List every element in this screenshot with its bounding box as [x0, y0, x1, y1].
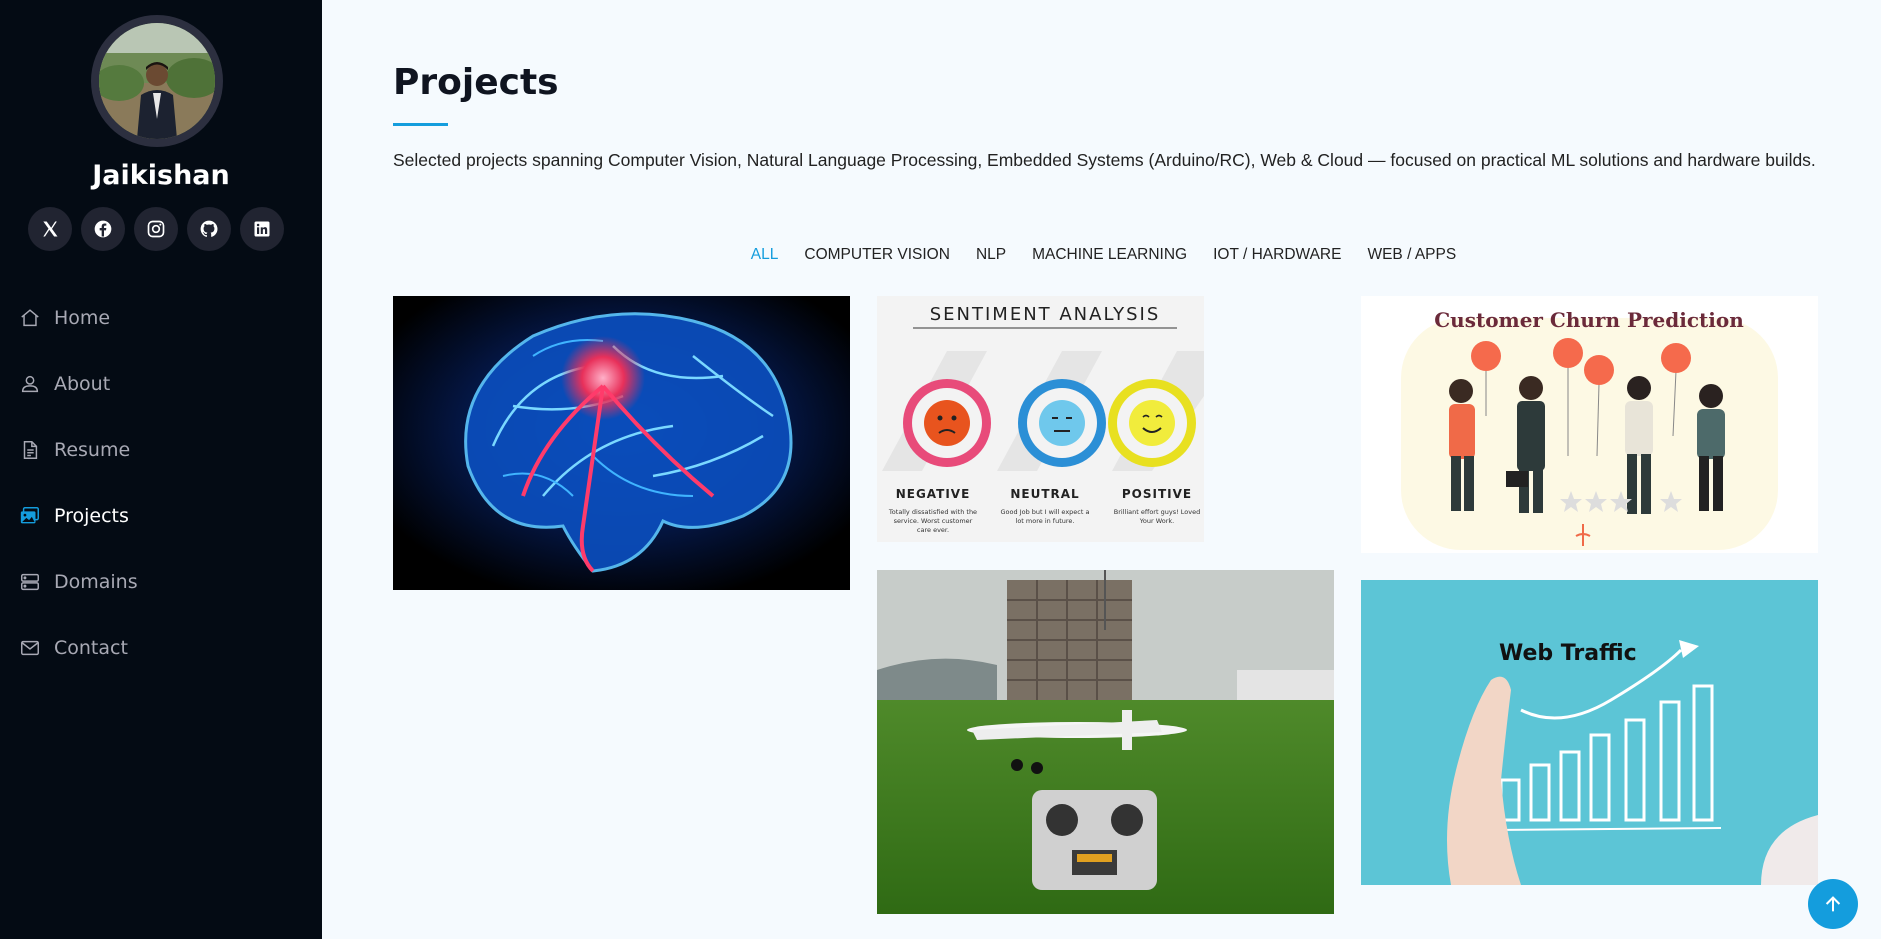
sentiment-heading: SENTIMENT ANALYSIS — [930, 304, 1161, 325]
negative-text-3: care ever. — [917, 526, 949, 534]
project-filters: ALL COMPUTER VISION NLP MACHINE LEARNING… — [0, 246, 1881, 264]
social-links — [28, 207, 284, 251]
arrow-up-icon — [1825, 896, 1841, 912]
nav-item-projects[interactable]: Projects — [0, 483, 322, 549]
negative-label: NEGATIVE — [896, 487, 971, 501]
negative-text-1: Totally dissatisfied with the — [888, 508, 977, 516]
nav-item-home[interactable]: Home — [0, 285, 322, 351]
positive-text-2: Your Work. — [1139, 517, 1174, 525]
github-icon — [200, 220, 218, 237]
nav-label-domains: Domains — [54, 571, 138, 593]
filter-nlp[interactable]: NLP — [976, 246, 1006, 264]
customer-churn-image: Customer Churn Prediction — [1361, 296, 1818, 553]
project-card-rc-plane[interactable] — [877, 570, 1334, 914]
instagram-icon — [147, 220, 165, 238]
churn-heading: Customer Churn Prediction — [1434, 308, 1744, 332]
nav-item-contact[interactable]: Contact — [0, 615, 322, 681]
instagram-link[interactable] — [134, 207, 178, 251]
nav-item-domains[interactable]: Domains — [0, 549, 322, 615]
project-card-brain[interactable] — [393, 296, 850, 590]
title-underline — [393, 123, 448, 126]
neutral-label: NEUTRAL — [1010, 487, 1079, 501]
neutral-text-2: lot more in future. — [1016, 517, 1075, 525]
server-icon — [18, 570, 42, 594]
project-card-customer-churn[interactable]: Customer Churn Prediction — [1361, 296, 1818, 553]
project-card-web-traffic[interactable]: Web Traffic — [1361, 580, 1818, 885]
envelope-icon — [18, 636, 42, 660]
nav-label-home: Home — [54, 307, 111, 329]
facebook-link[interactable] — [81, 207, 125, 251]
filter-computer-vision[interactable]: COMPUTER VISION — [804, 246, 950, 264]
rc-plane-image — [877, 570, 1334, 914]
x-twitter-link[interactable] — [28, 207, 72, 251]
nav-item-resume[interactable]: Resume — [0, 417, 322, 483]
linkedin-link[interactable] — [240, 207, 284, 251]
filter-all[interactable]: ALL — [751, 246, 779, 264]
back-to-top-button[interactable] — [1808, 879, 1858, 929]
avatar — [91, 15, 223, 147]
positive-label: POSITIVE — [1122, 487, 1192, 501]
filter-web-apps[interactable]: WEB / APPS — [1367, 246, 1456, 264]
images-icon — [18, 504, 42, 528]
negative-text-2: service. Worst customer — [894, 517, 973, 525]
positive-text-1: Brilliant effort guys! Loved — [1114, 508, 1200, 516]
sidebar: Jaikishan Home About Resume Projects Dom… — [0, 0, 322, 939]
brain-image — [393, 296, 850, 590]
nav-label-projects: Projects — [54, 505, 129, 527]
project-card-sentiment-analysis[interactable]: SENTIMENT ANALYSIS NEGATIVE NEUTRAL POSI… — [877, 296, 1204, 542]
web-traffic-heading: Web Traffic — [1499, 641, 1637, 666]
house-icon — [18, 306, 42, 330]
sentiment-analysis-image: SENTIMENT ANALYSIS NEGATIVE NEUTRAL POSI… — [877, 296, 1204, 542]
main-nav: Home About Resume Projects Domains Conta… — [0, 285, 322, 681]
github-link[interactable] — [187, 207, 231, 251]
filter-machine-learning[interactable]: MACHINE LEARNING — [1032, 246, 1187, 264]
profile-name: Jaikishan — [92, 160, 230, 191]
web-traffic-image: Web Traffic — [1361, 580, 1818, 885]
page-title: Projects — [393, 62, 559, 103]
nav-label-resume: Resume — [54, 439, 131, 461]
document-icon — [18, 438, 42, 462]
filter-iot-hardware[interactable]: IOT / HARDWARE — [1213, 246, 1341, 264]
section-description: Selected projects spanning Computer Visi… — [393, 150, 1816, 170]
neutral-text-1: Good Job but I will expect a — [1001, 508, 1090, 516]
nav-item-about[interactable]: About — [0, 351, 322, 417]
nav-label-contact: Contact — [54, 637, 128, 659]
nav-label-about: About — [54, 373, 111, 395]
facebook-icon — [94, 220, 112, 238]
x-twitter-icon — [43, 221, 58, 237]
person-icon — [18, 372, 42, 396]
linkedin-icon — [254, 221, 270, 237]
